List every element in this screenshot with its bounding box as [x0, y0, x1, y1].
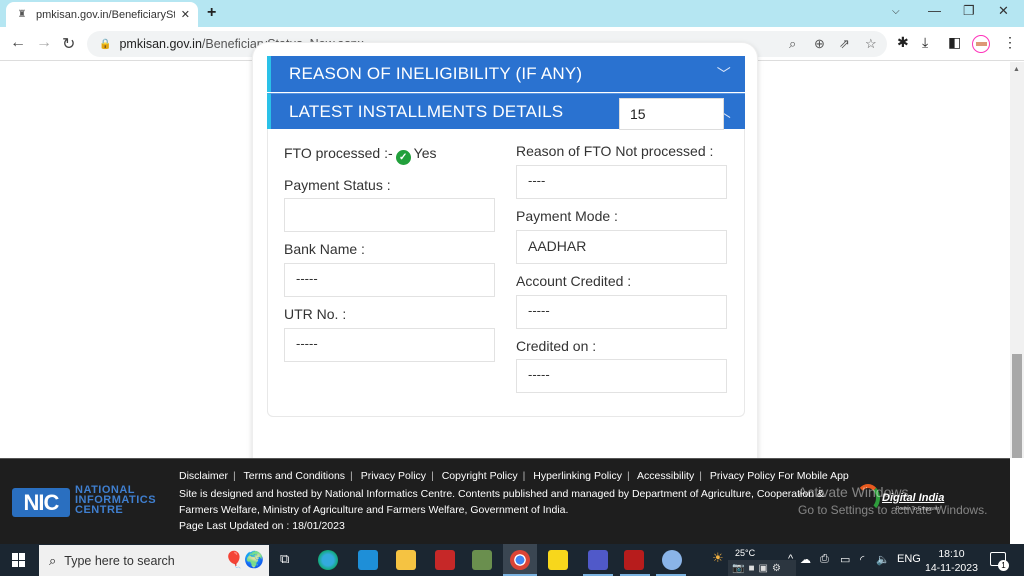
fto-reason-label: Reason of FTO Not processed :: [516, 143, 714, 159]
taskbar-search[interactable]: ⌕ Type here to search 🎈🌍: [39, 545, 269, 576]
activate-windows-subtext: Go to Settings to activate Windows.: [798, 503, 988, 517]
download-icon[interactable]: ⤓: [922, 34, 928, 51]
search-icon: ⌕: [49, 552, 57, 568]
footer-link-terms[interactable]: Terms and Conditions: [243, 470, 345, 482]
page-scrollbar[interactable]: ▲: [1010, 62, 1024, 458]
windows-start-icon[interactable]: [12, 553, 26, 567]
close-window-icon[interactable]: ✕: [998, 3, 1009, 19]
show-hidden-icons-icon[interactable]: ^: [788, 553, 793, 565]
share-icon[interactable]: ⇗: [839, 36, 850, 52]
camera-icon[interactable]: 📷: [732, 563, 744, 574]
mail-icon[interactable]: [358, 550, 378, 570]
nic-logo[interactable]: NIC: [12, 488, 70, 517]
fto-processed-value: Yes: [413, 145, 437, 161]
bank-name-label: Bank Name :: [284, 241, 365, 257]
side-panel-icon[interactable]: ◧: [948, 34, 961, 51]
payment-mode-field: AADHAR: [516, 230, 727, 264]
utr-field: -----: [284, 328, 495, 362]
check-circle-icon: ✓: [395, 150, 411, 165]
ineligibility-section-header[interactable]: REASON OF INELIGIBILITY (IF ANY) ﹀: [267, 56, 745, 92]
credited-on-label: Credited on :: [516, 338, 597, 354]
profile-avatar[interactable]: [972, 35, 990, 53]
settings-gear-icon[interactable]: ⚙: [772, 563, 781, 574]
payment-mode-label: Payment Mode :: [516, 208, 618, 224]
wifi-icon[interactable]: ◜: [860, 553, 864, 566]
search-highlight-art-icon: 🎈🌍: [224, 552, 264, 569]
edge-icon[interactable]: [318, 550, 338, 570]
task-view-icon[interactable]: ⧉: [280, 551, 289, 567]
photo-editor-icon[interactable]: [472, 550, 492, 570]
tab-search-chevron-icon[interactable]: ⌵: [892, 6, 900, 17]
close-tab-icon[interactable]: ✕: [181, 8, 190, 21]
account-credited-label: Account Credited :: [516, 273, 632, 289]
fto-reason-field: ----: [516, 165, 727, 199]
lock-icon: 🔒: [99, 38, 112, 50]
sticky-notes-icon[interactable]: [548, 550, 568, 570]
installments-title: LATEST INSTALLMENTS DETAILS: [289, 101, 564, 121]
taskbar-clock[interactable]: 18:10 14-11-2023: [925, 547, 978, 575]
bookmark-star-icon[interactable]: ☆: [865, 36, 877, 52]
footer-hosted-text: Site is designed and hosted by National …: [179, 488, 824, 500]
credited-on-field: -----: [516, 359, 727, 393]
mcafee-icon[interactable]: [624, 550, 644, 570]
weather-temp: 25°C: [735, 548, 756, 558]
notification-badge: 1: [998, 560, 1009, 571]
extensions-puzzle-icon[interactable]: ✱: [897, 34, 909, 51]
scroll-up-arrow-icon[interactable]: ▲: [1013, 66, 1020, 73]
minimize-icon[interactable]: —: [928, 3, 941, 18]
installment-select[interactable]: 15: [619, 98, 724, 130]
footer-link-copyright[interactable]: Copyright Policy: [442, 470, 518, 482]
battery-icon[interactable]: ▭: [840, 553, 850, 566]
url-domain: pmkisan.gov.in: [119, 37, 202, 51]
game-bar-widget[interactable]: 📷 ■ ▣ ⚙: [728, 560, 796, 576]
forward-icon[interactable]: →: [36, 34, 52, 52]
chrome-icon[interactable]: [510, 550, 530, 570]
tab-title: pmkisan.gov.in/BeneficiaryStatus: [36, 8, 175, 21]
back-icon[interactable]: ←: [10, 34, 26, 52]
footer-link-accessibility[interactable]: Accessibility: [637, 470, 694, 482]
footer-link-mobile-privacy[interactable]: Privacy Policy For Mobile App: [710, 470, 849, 482]
filezilla-icon[interactable]: [435, 550, 455, 570]
paint-icon[interactable]: [662, 550, 682, 570]
search-icon[interactable]: ⌕: [789, 36, 796, 52]
volume-icon[interactable]: 🔈: [876, 553, 890, 566]
onedrive-cloud-icon[interactable]: ☁: [800, 553, 811, 566]
footer-links: Disclaimer | Terms and Conditions | Privac…: [179, 470, 849, 482]
site-footer: NIC NATIONAL INFORMATICS CENTRE Disclaim…: [0, 458, 1010, 544]
footer-updated-text: Page Last Updated on : 18/01/2023: [179, 520, 345, 532]
clock-time: 18:10: [938, 548, 965, 560]
teams-icon[interactable]: [588, 550, 608, 570]
language-indicator[interactable]: ENG: [897, 553, 921, 565]
menu-kebab-icon[interactable]: ⋮: [1003, 34, 1017, 51]
fto-processed-label: FTO processed :- ✓ Yes: [284, 145, 437, 165]
nic-name: NATIONAL INFORMATICS CENTRE: [75, 484, 157, 516]
activate-windows-watermark: Activate Windows: [798, 484, 909, 500]
footer-ministry-text: Farmers Welfare, Ministry of Agriculture…: [179, 504, 569, 516]
footer-link-disclaimer[interactable]: Disclaimer: [179, 470, 228, 482]
meet-now-icon[interactable]: ⎙: [820, 553, 829, 566]
utr-label: UTR No. :: [284, 306, 347, 322]
file-explorer-icon[interactable]: [396, 550, 416, 570]
bank-name-field: -----: [284, 263, 495, 297]
record-icon[interactable]: ■: [748, 563, 754, 574]
reload-icon[interactable]: ↻: [62, 34, 75, 54]
restore-icon[interactable]: ❐: [963, 3, 975, 19]
browser-tab-bar: ♜ pmkisan.gov.in/BeneficiaryStatus ✕ + ⌵…: [0, 0, 1024, 27]
account-credited-field: -----: [516, 295, 727, 329]
payment-status-label: Payment Status :: [284, 177, 391, 193]
weather-icon[interactable]: ☀: [712, 550, 724, 566]
chevron-down-icon: ﹀: [716, 66, 731, 82]
ineligibility-title: REASON OF INELIGIBILITY (IF ANY): [289, 64, 583, 83]
clock-date: 14-11-2023: [925, 562, 978, 574]
payment-status-field: [284, 198, 495, 232]
windows-taskbar: ⌕ Type here to search 🎈🌍 ⧉ ☀ 25°C 📷 ■ ▣ …: [0, 544, 1024, 576]
browser-tab[interactable]: ♜ pmkisan.gov.in/BeneficiaryStatus ✕: [6, 2, 198, 27]
emblem-favicon-icon: ♜: [17, 8, 27, 20]
scroll-thumb[interactable]: [1012, 354, 1022, 458]
zoom-icon[interactable]: ⊕: [814, 36, 825, 52]
footer-link-hyperlinking[interactable]: Hyperlinking Policy: [533, 470, 622, 482]
footer-link-privacy[interactable]: Privacy Policy: [361, 470, 426, 482]
new-tab-icon[interactable]: +: [207, 4, 216, 22]
gallery-icon[interactable]: ▣: [759, 563, 768, 574]
